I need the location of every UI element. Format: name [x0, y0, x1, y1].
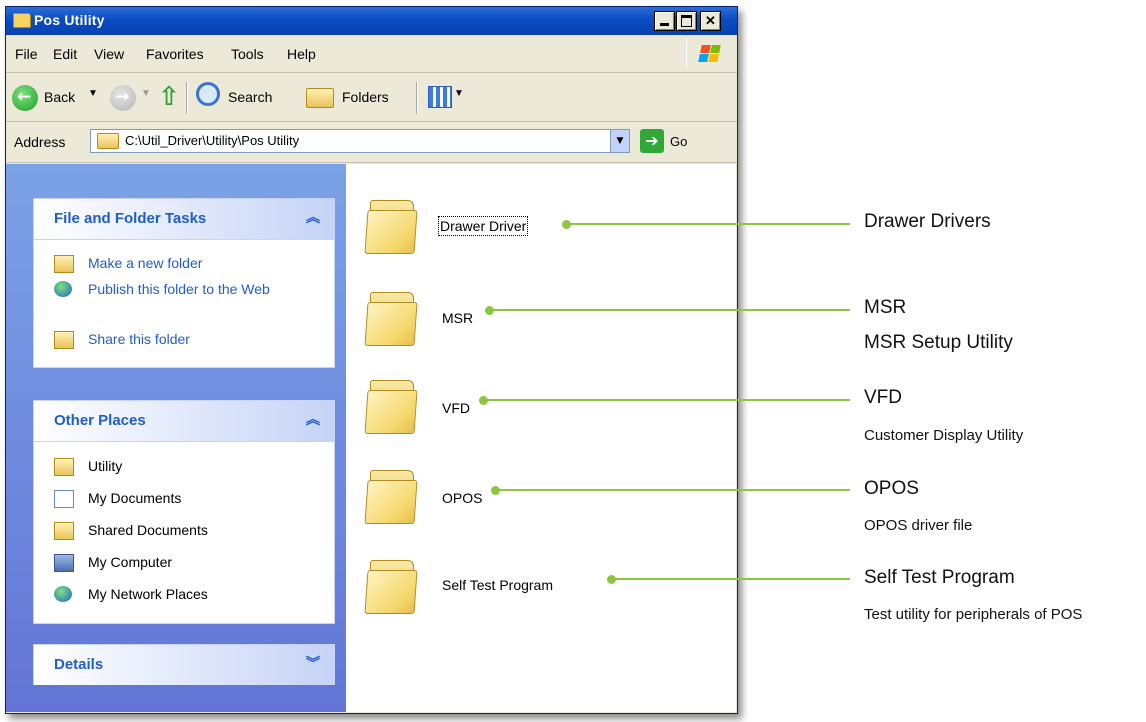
folder-self-test-program[interactable] — [364, 558, 418, 614]
callout-opos-subtitle: OPOS driver file — [864, 517, 973, 534]
folder-icon — [364, 480, 418, 524]
folder-icon — [364, 302, 418, 346]
expand-chevron-icon[interactable]: ︾ — [306, 653, 320, 673]
menu-view[interactable]: View — [94, 46, 124, 62]
menu-file[interactable]: File — [15, 46, 38, 62]
callout-opos: OPOS — [864, 478, 919, 499]
back-label: Back — [44, 89, 76, 105]
title-bar[interactable]: Pos Utility ✕ — [6, 7, 737, 35]
folder-icon — [364, 210, 418, 254]
folder-icon — [364, 570, 418, 614]
content-area: File and Folder Tasks ︽ Make a new folde… — [6, 164, 736, 712]
menu-favorites[interactable]: Favorites — [146, 46, 204, 62]
up-folder-icon[interactable]: ⇧ — [158, 82, 180, 112]
folder-label[interactable]: VFD — [442, 400, 470, 416]
folder-drawer-driver[interactable] — [364, 198, 418, 254]
file-folder-tasks-panel: File and Folder Tasks ︽ Make a new folde… — [33, 198, 335, 368]
callout-vfd: VFD — [864, 387, 902, 408]
other-places-panel: Other Places ︽ Utility My Documents Shar… — [33, 400, 335, 624]
collapse-chevron-icon[interactable]: ︽ — [306, 207, 320, 227]
callout-line — [495, 489, 850, 491]
menu-tools[interactable]: Tools — [231, 46, 264, 62]
address-label: Address — [14, 134, 66, 150]
panel-title: Other Places — [54, 412, 146, 429]
folder-icon — [13, 13, 31, 28]
network-places-icon — [54, 586, 72, 602]
folder-vfd[interactable] — [364, 378, 418, 434]
my-computer-icon — [54, 554, 74, 572]
folder-opos[interactable] — [364, 468, 418, 524]
back-dropdown-icon[interactable]: ▼ — [88, 88, 98, 99]
panel-header[interactable]: File and Folder Tasks ︽ — [34, 199, 334, 240]
views-dropdown-icon: ▼ — [454, 88, 464, 99]
collapse-chevron-icon[interactable]: ︽ — [306, 409, 320, 429]
close-icon: ✕ — [705, 13, 716, 28]
panel-title: File and Folder Tasks — [54, 210, 207, 227]
window-title: Pos Utility — [34, 12, 105, 28]
panel-title: Details — [54, 656, 104, 673]
go-arrow-icon: ➔ — [640, 129, 664, 153]
folders-label: Folders — [342, 89, 389, 105]
go-label: Go — [670, 134, 688, 149]
details-panel: Details ︾ — [33, 644, 335, 685]
minimize-button[interactable] — [654, 11, 675, 31]
callout-line — [489, 309, 850, 311]
callout-line — [483, 399, 850, 401]
folder-label[interactable]: Drawer Driver — [437, 216, 529, 236]
toolbar: ← Back ▼ → ▼ ⇧ Search Folders ▼ — [6, 74, 737, 122]
callout-drawer-drivers: Drawer Drivers — [864, 211, 991, 232]
callout-self-test-subtitle: Test utility for peripherals of POS — [864, 606, 1083, 623]
search-label: Search — [228, 89, 273, 105]
publish-web-icon — [54, 281, 72, 297]
address-dropdown-icon[interactable]: ▼ — [610, 130, 629, 152]
address-bar: Address C:\Util_Driver\Utility\Pos Utili… — [6, 123, 737, 163]
menu-help[interactable]: Help — [287, 46, 316, 62]
panel-header[interactable]: Other Places ︽ — [34, 401, 334, 442]
folder-label[interactable]: OPOS — [442, 490, 482, 506]
menu-edit[interactable]: Edit — [53, 46, 77, 62]
folder-icon — [54, 458, 74, 476]
shared-documents-icon — [54, 522, 74, 540]
address-input[interactable]: C:\Util_Driver\Utility\Pos Utility ▼ — [90, 129, 630, 153]
folders-icon — [306, 88, 334, 108]
menu-bar: File Edit View Favorites Tools Help — [6, 35, 737, 73]
maximize-button[interactable] — [676, 11, 697, 31]
callout-line — [566, 223, 850, 225]
folder-icon — [97, 133, 119, 149]
task-pane: File and Folder Tasks ︽ Make a new folde… — [6, 164, 346, 712]
folder-label[interactable]: MSR — [442, 310, 473, 326]
panel-header[interactable]: Details ︾ — [34, 645, 334, 685]
address-path: C:\Util_Driver\Utility\Pos Utility — [125, 133, 300, 148]
callout-msr-subtitle: MSR Setup Utility — [864, 332, 1013, 353]
search-icon — [196, 82, 220, 106]
callout-vfd-subtitle: Customer Display Utility — [864, 427, 1024, 444]
maximize-icon — [681, 15, 692, 27]
callout-msr: MSR — [864, 297, 907, 318]
windows-logo-icon — [686, 39, 731, 67]
folder-icon — [364, 390, 418, 434]
new-folder-icon — [54, 255, 74, 273]
folder-label[interactable]: Self Test Program — [442, 577, 553, 593]
callout-self-test-program: Self Test Program — [864, 567, 1015, 588]
views-icon — [428, 86, 452, 108]
minimize-icon — [660, 23, 669, 26]
my-documents-icon — [54, 490, 74, 508]
close-button[interactable]: ✕ — [700, 11, 721, 31]
share-folder-icon — [54, 331, 74, 349]
forward-dropdown-icon[interactable]: ▼ — [141, 88, 151, 99]
callout-line — [611, 578, 850, 580]
explorer-window: Pos Utility ✕ File Edit View Favorites T… — [5, 6, 738, 714]
folder-msr[interactable] — [364, 290, 418, 346]
